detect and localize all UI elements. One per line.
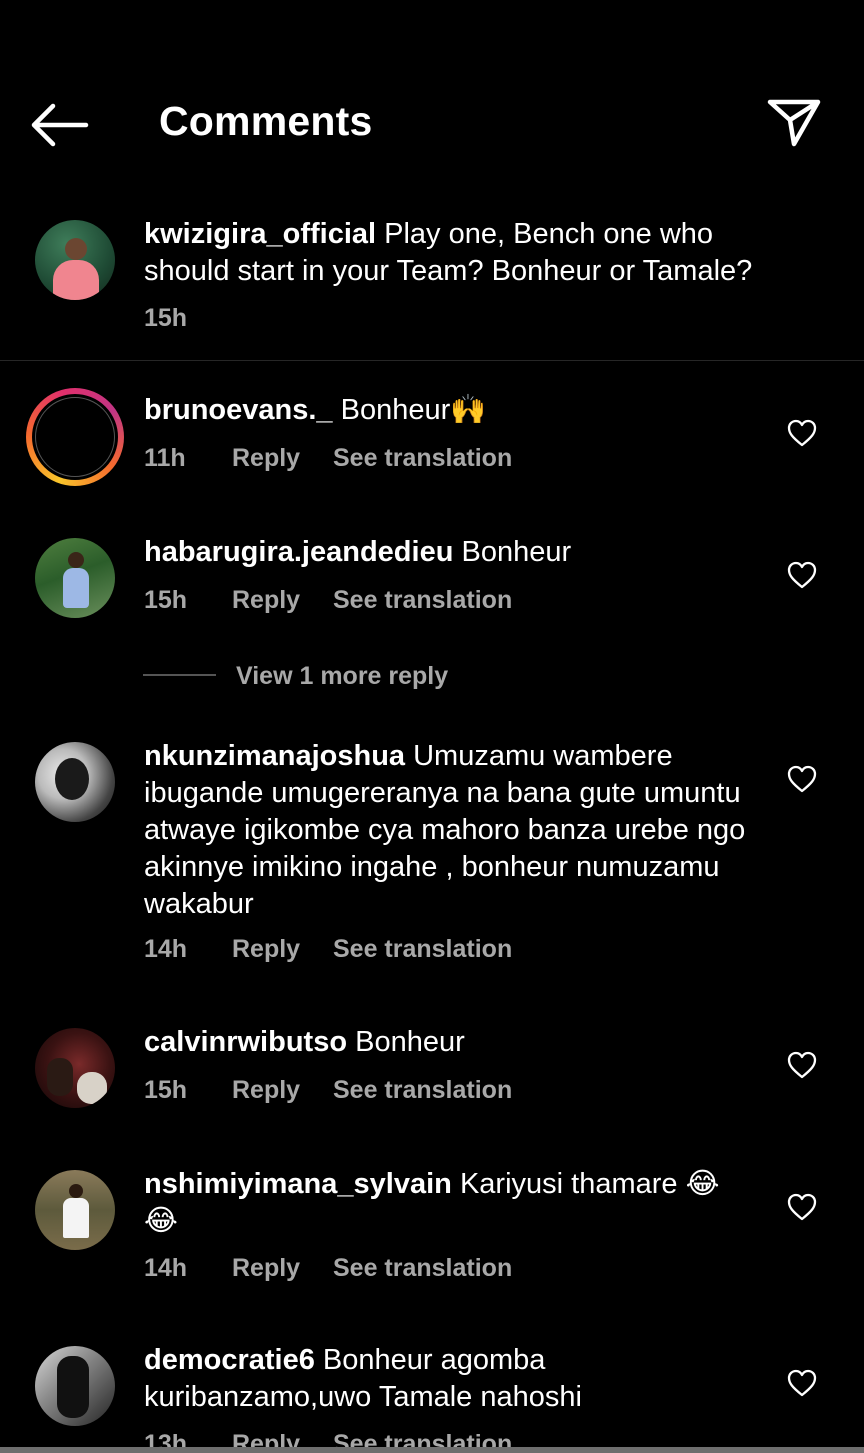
comment-username[interactable]: democratie6	[144, 1344, 315, 1376]
comment-username[interactable]: nshimiyimana_sylvain	[144, 1168, 452, 1200]
comment-username[interactable]: calvinrwibutso	[144, 1026, 347, 1058]
replies-divider	[143, 674, 216, 676]
back-button[interactable]	[30, 100, 92, 150]
see-translation-button[interactable]: See translation	[333, 444, 512, 473]
arrow-left-icon	[31, 103, 89, 147]
comment-text: nshimiyimana_sylvain Kariyusi thamare 😂 …	[144, 1166, 744, 1240]
comment-meta: 11h Reply See translation	[144, 444, 512, 473]
comment-body: Bonheur	[355, 1026, 465, 1058]
see-translation-button[interactable]: See translation	[333, 1254, 512, 1283]
comment-username[interactable]: nkunzimanajoshua	[144, 740, 405, 772]
avatar[interactable]	[35, 1346, 115, 1426]
heart-outline-icon[interactable]	[786, 560, 818, 590]
header: Comments	[0, 0, 864, 200]
reply-button[interactable]: Reply	[232, 1254, 333, 1283]
see-translation-button[interactable]: See translation	[333, 935, 512, 964]
comment-username[interactable]: habarugira.jeandedieu	[144, 536, 453, 568]
comment-text: nkunzimanajoshua Umuzamu wambere ibugand…	[144, 738, 774, 923]
avatar[interactable]	[35, 220, 115, 300]
avatar[interactable]	[35, 538, 115, 618]
comment-meta: 15h Reply See translation	[144, 586, 512, 615]
reply-button[interactable]: Reply	[232, 1076, 333, 1105]
paper-plane-icon	[767, 99, 821, 147]
comment-body: Bonheur	[461, 536, 572, 568]
timestamp: 14h	[144, 935, 188, 963]
heart-outline-icon[interactable]	[786, 1368, 818, 1398]
comment-meta: 15h Reply See translation	[144, 1076, 512, 1105]
heart-outline-icon[interactable]	[786, 418, 818, 448]
reply-button[interactable]: Reply	[232, 444, 333, 473]
avatar[interactable]	[26, 388, 124, 486]
view-more-replies-button[interactable]: View 1 more reply	[236, 662, 448, 691]
page-title: Comments	[159, 98, 373, 144]
comment-text: brunoevans._ Bonheur🙌	[144, 392, 784, 429]
caption-text: kwizigira_official Play one, Bench one w…	[144, 216, 784, 290]
post-caption: kwizigira_official Play one, Bench one w…	[0, 218, 864, 361]
timestamp: 11h	[144, 444, 186, 472]
avatar[interactable]	[35, 1028, 115, 1108]
reply-button[interactable]: Reply	[232, 586, 333, 615]
heart-outline-icon[interactable]	[786, 764, 818, 794]
timestamp: 15h	[144, 586, 188, 614]
comments-screen: Comments kwizigira_official Play one, Be…	[0, 0, 864, 1453]
comment-text: democratie6 Bonheur agomba kuribanzamo,u…	[144, 1342, 744, 1416]
bottom-edge-bar	[0, 1447, 864, 1453]
avatar[interactable]	[35, 1170, 115, 1250]
share-button[interactable]	[764, 96, 824, 150]
timestamp: 15h	[144, 304, 188, 332]
reply-button[interactable]: Reply	[232, 935, 333, 964]
comment-body: Bonheur🙌	[340, 394, 487, 426]
comment-username[interactable]: brunoevans._	[144, 394, 333, 426]
see-translation-button[interactable]: See translation	[333, 1076, 512, 1105]
comment-meta: 14h Reply See translation	[144, 935, 512, 964]
caption-meta: 15h	[144, 304, 232, 333]
heart-outline-icon[interactable]	[786, 1050, 818, 1080]
comment-text: habarugira.jeandedieu Bonheur	[144, 534, 784, 571]
timestamp: 15h	[144, 1076, 188, 1104]
heart-outline-icon[interactable]	[786, 1192, 818, 1222]
timestamp: 14h	[144, 1254, 188, 1282]
comment-meta: 14h Reply See translation	[144, 1254, 512, 1283]
avatar[interactable]	[35, 742, 115, 822]
caption-username[interactable]: kwizigira_official	[144, 218, 376, 250]
comment-text: calvinrwibutso Bonheur	[144, 1024, 784, 1061]
see-translation-button[interactable]: See translation	[333, 586, 512, 615]
